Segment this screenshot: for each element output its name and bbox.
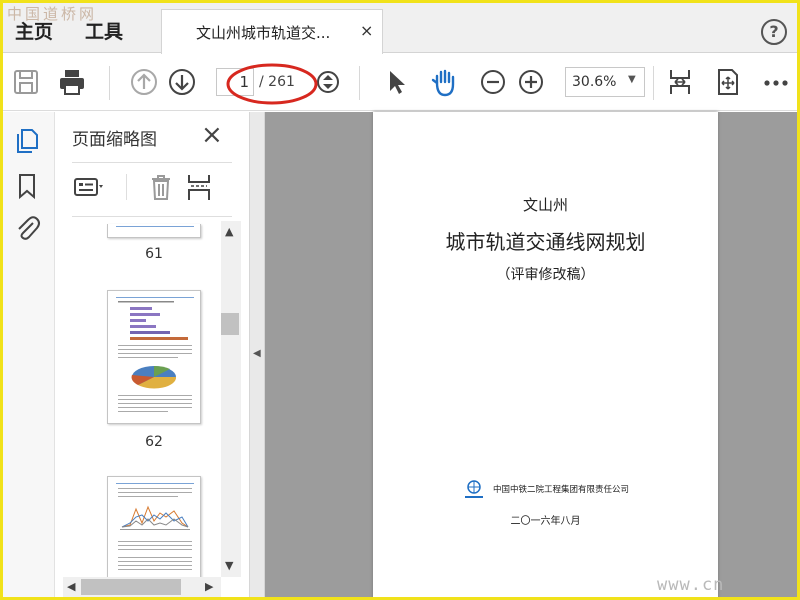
zoom-value: 30.6% bbox=[572, 74, 617, 90]
page-number-input[interactable] bbox=[216, 68, 254, 96]
company-row: 中国中铁二院工程集团有限责任公司 bbox=[463, 480, 703, 500]
document-tab-close-button[interactable]: × bbox=[360, 21, 373, 40]
left-rail bbox=[3, 112, 55, 597]
rotate-view-icon[interactable] bbox=[713, 67, 743, 97]
next-page-icon[interactable] bbox=[167, 67, 197, 97]
select-cursor-icon[interactable] bbox=[381, 67, 411, 97]
scroll-down-icon[interactable]: ▼ bbox=[225, 559, 233, 572]
document-tab[interactable]: 文山州城市轨道交... × bbox=[161, 9, 383, 54]
scroll-left-icon[interactable]: ◀ bbox=[67, 580, 75, 593]
print-icon[interactable] bbox=[57, 67, 87, 97]
help-icon[interactable]: ? bbox=[761, 19, 787, 45]
fit-page-icon[interactable] bbox=[665, 67, 695, 97]
divider bbox=[72, 216, 232, 217]
panel-title: 页面缩略图 bbox=[72, 130, 157, 150]
thumbnail-page[interactable] bbox=[107, 290, 201, 424]
divider bbox=[126, 174, 127, 200]
collapse-panel-icon[interactable]: ◀ bbox=[253, 348, 261, 359]
doc-date: 二〇一六年八月 bbox=[510, 516, 581, 527]
scroll-up-icon[interactable]: ▲ bbox=[225, 225, 233, 238]
thumbnails-panel: 页面缩略图 × 61 62 bbox=[55, 112, 249, 597]
pages-icon[interactable] bbox=[13, 126, 41, 154]
chevron-down-icon: ▼ bbox=[628, 74, 636, 85]
company-name: 中国中铁二院工程集团有限责任公司 bbox=[493, 485, 630, 495]
tab-bar: 中国道桥网 主页 工具 文山州城市轨道交... × ? bbox=[3, 3, 797, 54]
zoom-select[interactable]: 30.6% ▼ bbox=[565, 67, 645, 97]
toolbar-separator bbox=[359, 66, 360, 100]
doc-title: 城市轨道交通线网规划 bbox=[445, 230, 646, 254]
page-options-icon[interactable] bbox=[73, 172, 107, 202]
zoom-out-icon[interactable] bbox=[478, 67, 508, 97]
more-icon[interactable] bbox=[761, 67, 791, 97]
document-view: 文山州 城市轨道交通线网规划 （评审修改稿） 中国中铁二院工程集团有限责任公司 … bbox=[265, 112, 797, 597]
site-watermark: www.cn bbox=[657, 575, 725, 595]
close-icon[interactable]: × bbox=[201, 120, 223, 150]
thumbnail-label: 62 bbox=[145, 434, 163, 450]
hand-tool-icon[interactable] bbox=[429, 67, 459, 97]
toolbar-separator bbox=[653, 66, 654, 100]
page-total: / 261 bbox=[259, 74, 295, 90]
bookmark-icon[interactable] bbox=[13, 172, 41, 200]
toolbar-separator bbox=[109, 66, 110, 100]
tab-tools[interactable]: 工具 bbox=[85, 17, 123, 44]
attachment-icon[interactable] bbox=[13, 214, 41, 242]
thumbnail-label: 61 bbox=[145, 246, 163, 262]
doc-subtitle: 文山州 bbox=[522, 196, 568, 214]
previous-page-icon[interactable] bbox=[129, 67, 159, 97]
thumbnails-vertical-scrollbar[interactable]: ▲ ▼ bbox=[221, 221, 241, 577]
zoom-in-icon[interactable] bbox=[516, 67, 546, 97]
thumbnails-horizontal-scrollbar[interactable]: ◀ ▶ bbox=[63, 577, 221, 597]
divider bbox=[72, 162, 232, 163]
insert-page-icon[interactable] bbox=[185, 172, 219, 202]
thumbnail-page[interactable] bbox=[107, 224, 201, 238]
doc-note: （评审修改稿） bbox=[496, 267, 595, 283]
toolbar: / 261 30.6% ▼ bbox=[3, 54, 797, 111]
scrollbar-thumb[interactable] bbox=[221, 313, 239, 335]
panel-splitter[interactable]: ◀ bbox=[249, 112, 265, 597]
thumbnail-page[interactable] bbox=[107, 476, 201, 586]
document-tab-title: 文山州城市轨道交... bbox=[196, 24, 331, 42]
tab-home[interactable]: 主页 bbox=[15, 17, 53, 44]
page-nav-icon[interactable] bbox=[313, 67, 343, 97]
delete-icon[interactable] bbox=[144, 172, 178, 202]
app-window: 中国道桥网 主页 工具 文山州城市轨道交... × ? / 261 bbox=[0, 0, 800, 600]
company-logo-icon bbox=[463, 480, 485, 500]
scroll-right-icon[interactable]: ▶ bbox=[205, 580, 213, 593]
save-icon[interactable] bbox=[11, 67, 41, 97]
scrollbar-thumb[interactable] bbox=[81, 579, 181, 595]
document-page: 文山州 城市轨道交通线网规划 （评审修改稿） 中国中铁二院工程集团有限责任公司 … bbox=[373, 112, 718, 597]
